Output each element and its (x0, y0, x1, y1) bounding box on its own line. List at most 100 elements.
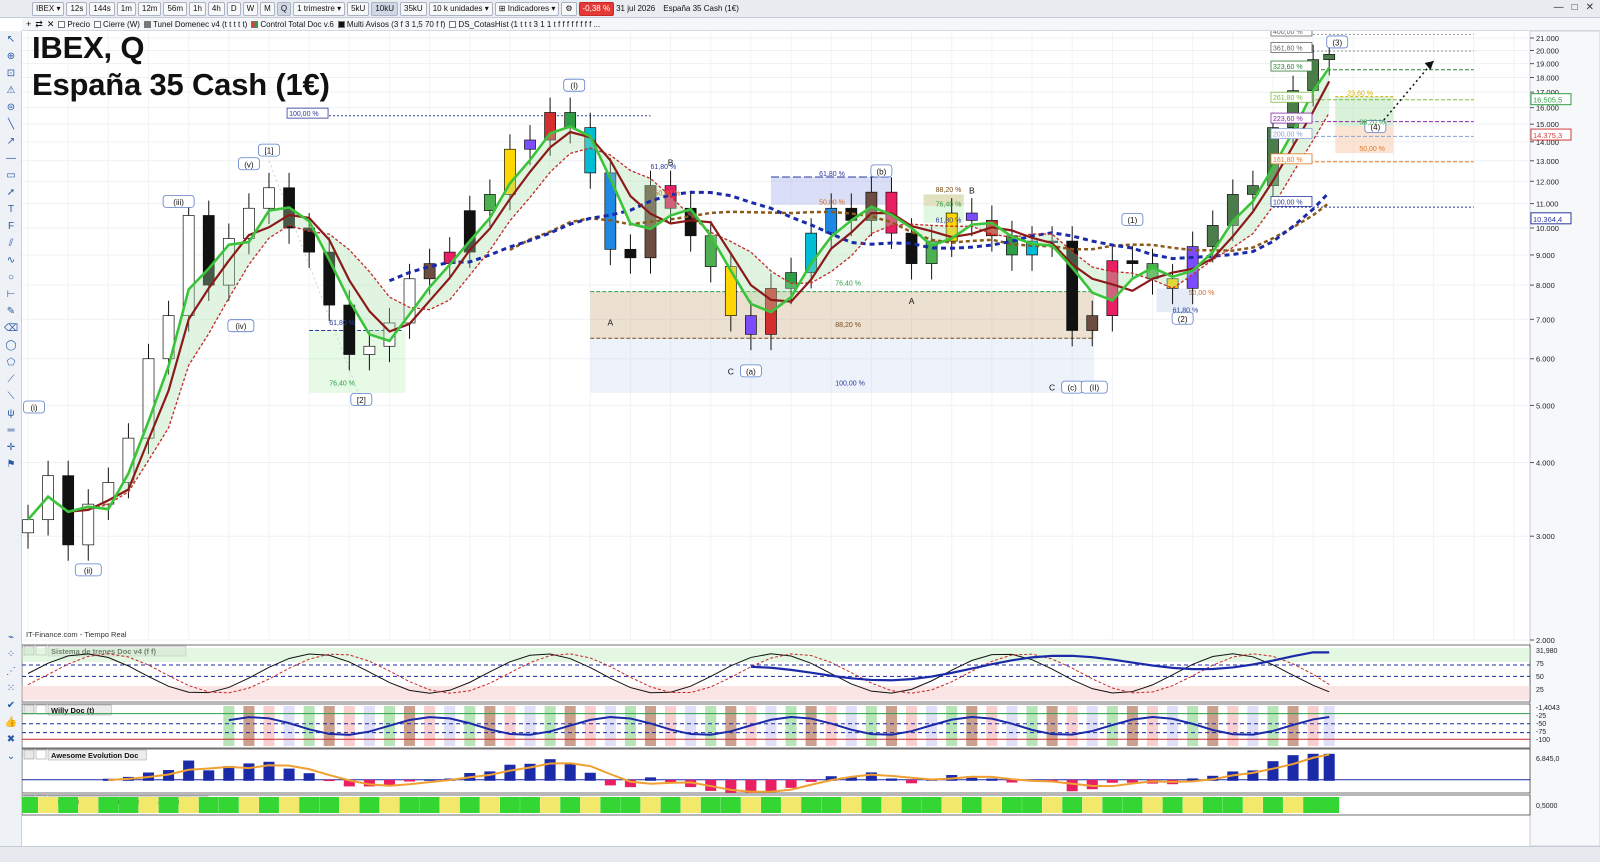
indicator-chip-price[interactable]: Precio (58, 20, 90, 29)
price-axis-label: 9.000 (1536, 251, 1555, 260)
barra-block (560, 797, 581, 813)
indicators-button[interactable]: ⊞ Indicadores ▾ (494, 1, 560, 16)
fib-label: 400,00 % (1273, 31, 1303, 36)
indicator-chip-multiavisos[interactable]: Multi Avisos (3 f 3 1,5 70 f f) (337, 20, 445, 29)
circle-tool-icon[interactable]: ○ (4, 271, 18, 285)
barra-block (1142, 797, 1163, 813)
ellipse-tool-icon[interactable]: ◯ (4, 339, 18, 353)
gear-icon: ⚙ (565, 3, 573, 13)
add-indicator-icon[interactable]: + (26, 19, 31, 29)
line-tool-icon[interactable]: ╲ (4, 118, 18, 132)
barra-block (319, 797, 340, 813)
units-10k-button[interactable]: 10kU (371, 1, 399, 16)
indicator-chip-close[interactable]: Cierre (W) (94, 20, 140, 29)
timeframe-4h[interactable]: 4h (207, 1, 225, 16)
warning-icon[interactable]: ⚠ (4, 84, 18, 98)
ray-tool-icon[interactable]: ↗ (4, 135, 18, 149)
indicator-chip-tunel[interactable]: Tunel Domenec v4 (t t t t t) (143, 20, 247, 29)
check-icon[interactable]: ✔ (4, 699, 18, 713)
fibonacci-icon[interactable]: F (4, 220, 18, 234)
hline-tool-icon[interactable]: ― (4, 152, 18, 166)
fib-label: 100,00 % (1273, 199, 1303, 206)
fib-label: 200,00 % (1273, 132, 1303, 139)
barra-block (921, 797, 942, 813)
wave-tool-icon[interactable]: ∿ (4, 254, 18, 268)
barra-block (38, 797, 59, 813)
timeframe-12s[interactable]: 12s (66, 1, 88, 16)
parallel-lines-icon[interactable]: ═ (4, 424, 18, 438)
rectangle-tool-icon[interactable]: ▭ (4, 169, 18, 183)
barra-block (961, 797, 982, 813)
period-select[interactable]: 1 trimestre ▾ (293, 1, 346, 16)
fib-label: 361,80 % (1273, 46, 1303, 53)
units-5k-button[interactable]: 5kU (347, 1, 370, 16)
trading-app-window: IBEX ▾ 12s 144s 1m 12m 56m 1h 4h D W M Q… (0, 0, 1600, 862)
timeframe-M[interactable]: M (260, 1, 275, 16)
scroll-down-icon[interactable]: ⌄ (4, 750, 18, 764)
text-tool-icon[interactable]: T (4, 203, 18, 217)
awesome-bar (785, 779, 797, 788)
pencil-icon[interactable]: ✎ (4, 305, 18, 319)
chart-area[interactable]: 21.00020.00019.00018.00017.00016.00015.0… (22, 31, 1600, 846)
trend-tool-icon[interactable]: ⟍ (4, 390, 18, 404)
timeframe-56m[interactable]: 56m (163, 1, 187, 16)
willy-bar (1207, 706, 1219, 746)
units-35k-button[interactable]: 35kU (400, 1, 427, 16)
pitchfork-icon[interactable]: ψ (4, 407, 18, 421)
scatter-icon[interactable]: ⁘ (4, 648, 18, 662)
timeframe-144s[interactable]: 144s (89, 1, 115, 16)
close-chart-icon[interactable]: ✕ (47, 19, 55, 30)
awesome-bar (1106, 779, 1118, 783)
barra-block (500, 797, 520, 813)
thumbs-up-icon[interactable]: 👍 (4, 716, 18, 730)
timeframe-1m[interactable]: 1m (116, 1, 136, 16)
units-select[interactable]: 10 k unidades ▾ (428, 1, 493, 16)
willy-bar (303, 706, 315, 746)
awesome-bar (243, 763, 255, 781)
crosshair-icon[interactable]: ✛ (4, 441, 18, 455)
willy-bar (524, 706, 536, 746)
delete-icon[interactable]: ✖ (4, 733, 18, 747)
timeframe-1h[interactable]: 1h (189, 1, 206, 16)
close-icon[interactable]: ✕ (1586, 2, 1594, 13)
lock-icon[interactable]: ⊜ (4, 101, 18, 115)
willy-axis-label: -1,4043 (1536, 705, 1560, 712)
polygon-tool-icon[interactable]: ⬠ (4, 356, 18, 370)
barra-block (158, 797, 179, 813)
timeframe-W[interactable]: W (242, 1, 259, 16)
indicator-chip-control[interactable]: Control Total Doc v.6 (251, 20, 334, 29)
fib-label: 50,00 % (1359, 146, 1385, 153)
timeframe-Q[interactable]: Q (276, 1, 292, 16)
price-axis-label: 7.000 (1536, 315, 1555, 324)
channel-tool-icon[interactable]: ⫽ (4, 237, 18, 251)
eraser-icon[interactable]: ⌫ (4, 322, 18, 336)
maximize-icon[interactable]: □ (1572, 2, 1578, 13)
awesome-bar (1287, 755, 1299, 781)
timeframe-12m[interactable]: 12m (137, 1, 162, 16)
candle-body (1206, 225, 1219, 247)
arrow-tool-icon[interactable]: ➚ (4, 186, 18, 200)
barra-block (620, 797, 641, 813)
measure-tool-icon[interactable]: ⊢ (4, 288, 18, 302)
trenes-axis-label: 50 (1536, 674, 1544, 681)
barra-block (580, 797, 601, 813)
chart-type-icon[interactable]: ⇄ (35, 19, 43, 30)
timeframe-D[interactable]: D (226, 1, 241, 16)
symbol-selector[interactable]: IBEX ▾ (32, 1, 65, 16)
minimize-icon[interactable]: — (1554, 2, 1564, 13)
zoom-box-icon[interactable]: ⊡ (4, 67, 18, 81)
network-icon[interactable]: ⋰ (4, 665, 18, 679)
indicator-chip-cotashist[interactable]: DS_CotasHist (1 t t t 3 1 1 t f f f f f … (449, 20, 600, 29)
panel-settings-icon (35, 749, 47, 760)
settings-button[interactable]: ⚙ (561, 1, 577, 16)
awesome-bar (424, 779, 436, 781)
cursor-icon[interactable]: ↖ (4, 33, 18, 47)
flag-icon[interactable]: ⚑ (4, 458, 18, 472)
gann-tool-icon[interactable]: ⟋ (4, 373, 18, 387)
grid-dots-icon[interactable]: ⁙ (4, 682, 18, 696)
fib-label: 38,20 % (1359, 119, 1385, 126)
zoom-in-icon[interactable]: ⊕ (4, 50, 18, 64)
willy-bar (966, 706, 978, 746)
alert-icon[interactable]: ⌁ (4, 631, 18, 645)
wave-label: (ii) (84, 566, 93, 575)
